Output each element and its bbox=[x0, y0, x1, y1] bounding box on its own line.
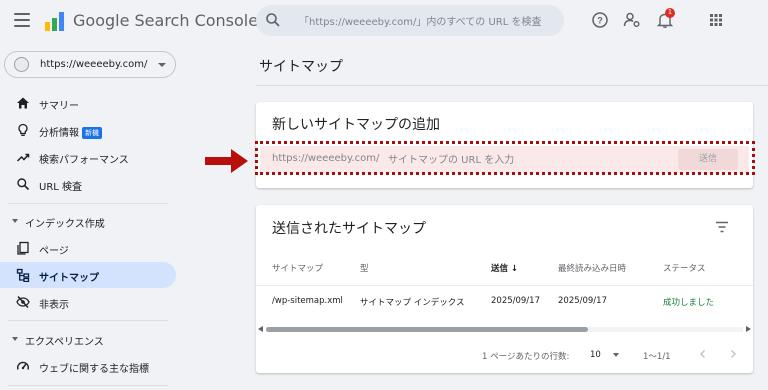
trending-up-icon bbox=[16, 153, 30, 162]
sidebar-item-label: 非表示 bbox=[39, 300, 69, 311]
cell-type: サイトマップ インデックス bbox=[360, 298, 465, 308]
sidebar-item-pages[interactable]: ページ bbox=[0, 235, 176, 261]
sidebar-item-label: ページ bbox=[39, 246, 69, 257]
title-divider bbox=[256, 85, 768, 86]
search-icon bbox=[17, 178, 30, 191]
rows-per-page-select[interactable]: 10 bbox=[590, 350, 601, 360]
home-icon bbox=[17, 97, 29, 109]
notification-badge: 1 bbox=[665, 8, 675, 18]
sidebar-item-label: 分析情報 新機 bbox=[39, 124, 102, 139]
property-label: https://weeeeby.com/ bbox=[40, 59, 148, 70]
cell-sitemap[interactable]: /wp-sitemap.xml bbox=[272, 296, 343, 306]
highlight-box bbox=[255, 141, 755, 175]
sidebar-item-label: サイトマップ bbox=[39, 273, 99, 284]
card-title: 新しいサイトマップの追加 bbox=[272, 117, 440, 133]
sidebar-divider bbox=[8, 320, 168, 321]
page-range: 1〜1/1 bbox=[643, 352, 671, 362]
property-selector[interactable]: https://weeeeby.com/ bbox=[4, 51, 176, 78]
menu-icon[interactable] bbox=[14, 13, 30, 27]
sidebar-item-performance[interactable]: 検索パフォーマンス bbox=[0, 144, 176, 170]
cell-status: 成功しました bbox=[663, 298, 715, 308]
sidebar-item-sitemaps[interactable]: サイトマップ bbox=[0, 262, 176, 288]
chevron-right-icon[interactable] bbox=[728, 349, 738, 359]
page-title: サイトマップ bbox=[259, 59, 343, 75]
column-header-last-read[interactable]: 最終読み込み日時 bbox=[558, 262, 626, 274]
sidebar-item-label: URL 検査 bbox=[39, 182, 83, 193]
column-header-submitted[interactable]: 送信 ↓ bbox=[491, 262, 518, 274]
arrow-down-icon: ↓ bbox=[510, 264, 519, 274]
sidebar-item-url-inspection[interactable]: URL 検査 bbox=[0, 171, 176, 197]
filter-icon[interactable] bbox=[715, 221, 729, 233]
rows-per-page-label: 1 ページあたりの行数: bbox=[482, 352, 570, 362]
sidebar-divider bbox=[8, 385, 168, 386]
new-badge: 新機 bbox=[82, 127, 102, 139]
chevron-down-icon bbox=[12, 337, 18, 341]
cell-submitted: 2025/09/17 bbox=[491, 296, 540, 306]
chevron-left-icon[interactable] bbox=[698, 349, 708, 359]
column-header-status[interactable]: ステータス bbox=[663, 262, 706, 274]
sidebar-item-label: ウェブに関する主な指標 bbox=[39, 364, 149, 375]
sidebar-item-label: サマリー bbox=[39, 101, 79, 112]
sidebar-section-experience[interactable]: エクスペリエンス bbox=[0, 327, 176, 351]
chevron-down-icon bbox=[158, 63, 166, 67]
sidebar-item-core-web-vitals[interactable]: ウェブに関する主な指標 bbox=[0, 353, 176, 379]
sidebar-section-label: エクスペリエンス bbox=[25, 337, 104, 348]
lightbulb-icon bbox=[18, 123, 28, 136]
sidebar-item-removals[interactable]: 非表示 bbox=[0, 289, 176, 315]
column-header-type[interactable]: 型 bbox=[360, 262, 369, 274]
settings-people-icon[interactable] bbox=[623, 11, 641, 29]
sidebar-item-label: 検索パフォーマンス bbox=[39, 155, 129, 166]
search-console-logo[interactable] bbox=[44, 10, 66, 32]
pages-icon bbox=[17, 241, 29, 255]
url-inspection-search[interactable]: 「https://weeeeby.com/」内のすべての URL を検査 bbox=[256, 5, 564, 36]
speed-icon bbox=[17, 361, 29, 370]
top-app-bar: Google Search Console 「https://weeeeby.c… bbox=[0, 0, 768, 42]
sitemap-icon bbox=[16, 268, 30, 282]
chevron-down-icon[interactable] bbox=[613, 353, 619, 357]
visibility-off-icon bbox=[16, 295, 30, 309]
card-title: 送信されたサイトマップ bbox=[272, 221, 426, 237]
search-placeholder[interactable]: 「https://weeeeby.com/」内のすべての URL を検査 bbox=[299, 13, 557, 28]
horizontal-scrollbar[interactable] bbox=[256, 325, 753, 334]
sidebar-section-label: インデックス作成 bbox=[25, 219, 105, 230]
help-icon[interactable]: ? bbox=[591, 11, 609, 29]
sidebar-item-insights[interactable]: 分析情報 新機 bbox=[0, 117, 176, 143]
submitted-sitemaps-card: 送信されたサイトマップ サイトマップ 型 送信 ↓ 最終読み込み日時 ステータス… bbox=[256, 205, 753, 373]
app-title[interactable]: Google Search Console bbox=[73, 11, 258, 30]
svg-text:?: ? bbox=[597, 16, 603, 26]
search-icon bbox=[266, 13, 280, 27]
chevron-down-icon bbox=[12, 219, 18, 223]
pointer-arrow-icon bbox=[205, 149, 248, 173]
column-header-sitemap[interactable]: サイトマップ bbox=[272, 262, 323, 274]
globe-icon bbox=[14, 57, 29, 72]
scroll-thumb[interactable] bbox=[266, 327, 588, 332]
sidebar-item-summary[interactable]: サマリー bbox=[0, 90, 176, 116]
apps-icon[interactable] bbox=[707, 11, 725, 29]
table-header-divider bbox=[256, 285, 753, 286]
scroll-left-icon[interactable] bbox=[258, 326, 263, 332]
cell-last-read: 2025/09/17 bbox=[558, 296, 607, 306]
sidebar-divider bbox=[8, 203, 168, 204]
sidebar-section-indexing[interactable]: インデックス作成 bbox=[0, 209, 176, 233]
scroll-right-icon[interactable] bbox=[746, 326, 751, 332]
